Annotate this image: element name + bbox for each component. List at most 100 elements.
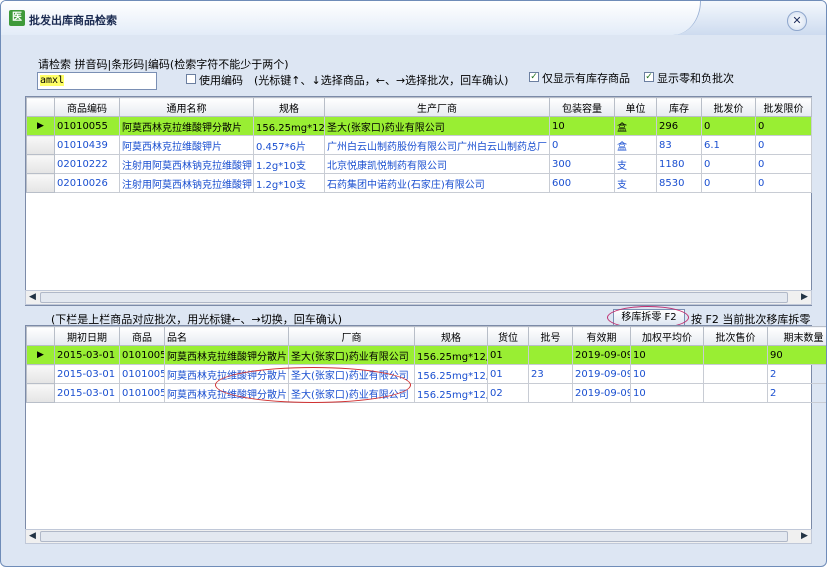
cell[interactable]: 156.25mg*12片 xyxy=(414,345,488,365)
cell[interactable]: 10 xyxy=(630,383,704,403)
cell[interactable]: 盒 xyxy=(614,116,657,136)
col-header[interactable]: 批发限价 xyxy=(755,97,812,117)
cell[interactable]: 阿莫西林克拉维酸钾分散片 xyxy=(164,383,289,403)
col-header[interactable]: 包装容量 xyxy=(549,97,615,117)
cell[interactable]: 2019-09-09 xyxy=(572,383,631,403)
cell[interactable]: 2 xyxy=(767,364,826,384)
cell[interactable]: 8530 xyxy=(656,173,702,193)
cell[interactable]: 0 xyxy=(755,173,812,193)
col-header[interactable]: 生产厂商 xyxy=(324,97,550,117)
cell[interactable]: 广州白云山制药股份有限公司广州白云山制药总厂 xyxy=(324,135,550,155)
cell[interactable]: 83 xyxy=(656,135,702,155)
cell[interactable]: 01 xyxy=(487,364,529,384)
col-header[interactable]: 有效期 xyxy=(572,326,631,346)
cell[interactable]: 支 xyxy=(614,173,657,193)
cell[interactable]: 2 xyxy=(767,383,826,403)
table-row[interactable]: ▶ 01010055阿莫西林克拉维酸钾分散片156.25mg*12片圣大(张家口… xyxy=(26,116,812,136)
cell[interactable]: 石药集团中诺药业(石家庄)有限公司 xyxy=(324,173,550,193)
cell[interactable]: 0 xyxy=(755,154,812,174)
cell[interactable]: 圣大(张家口)药业有限公司 xyxy=(288,364,415,384)
col-header[interactable]: 批次售价 xyxy=(703,326,768,346)
cell[interactable]: 阿莫西林克拉维酸钾片 xyxy=(119,135,254,155)
cell[interactable] xyxy=(528,383,573,403)
cell[interactable]: 156.25mg*12片 xyxy=(253,116,325,136)
cell[interactable]: 盒 xyxy=(614,135,657,155)
table-row[interactable]: 02010222 注射用阿莫西林钠克拉维酸钾 1.2g*10支 北京悦康凯悦制药有限公… xyxy=(26,154,812,174)
only-stock-checkbox[interactable]: ✓ xyxy=(529,72,539,82)
cell[interactable]: 注射用阿莫西林钠克拉维酸钾 xyxy=(119,173,254,193)
cell[interactable]: 北京悦康凯悦制药有限公司 xyxy=(324,154,550,174)
cell[interactable]: 2015-03-01 xyxy=(54,364,120,384)
cell[interactable]: 支 xyxy=(614,154,657,174)
split-stock-button[interactable]: 移库拆零 F2 xyxy=(613,309,685,326)
cell[interactable]: 23 xyxy=(528,364,573,384)
search-input[interactable]: amxl xyxy=(37,72,157,90)
cell[interactable]: 阿莫西林克拉维酸钾分散片 xyxy=(164,364,289,384)
cell[interactable]: 阿莫西林克拉维酸钾分散片 xyxy=(164,345,289,365)
cell[interactable]: 300 xyxy=(549,154,615,174)
scroll-right-icon[interactable]: ▶ xyxy=(798,530,811,543)
col-header[interactable]: 规格 xyxy=(414,326,488,346)
cell[interactable]: 10 xyxy=(630,364,704,384)
cell[interactable]: 01010055 xyxy=(119,364,165,384)
scroll-right-icon[interactable]: ▶ xyxy=(798,291,811,304)
bottom-horizontal-scrollbar[interactable]: ◀ ▶ xyxy=(25,529,812,544)
cell[interactable]: 0 xyxy=(701,173,756,193)
cell[interactable]: 156.25mg*12片 xyxy=(414,383,488,403)
cell[interactable]: 01010055 xyxy=(119,345,165,365)
cell[interactable]: 6.1 xyxy=(701,135,756,155)
cell[interactable]: 阿莫西林克拉维酸钾分散片 xyxy=(119,116,254,136)
scroll-thumb[interactable] xyxy=(40,531,788,542)
cell[interactable]: 2015-03-01 xyxy=(54,383,120,403)
cell[interactable]: 02010026 xyxy=(54,173,120,193)
cell[interactable]: 2019-09-09 xyxy=(572,364,631,384)
scroll-thumb[interactable] xyxy=(40,292,788,303)
cell[interactable]: 01010055 xyxy=(119,383,165,403)
cell[interactable] xyxy=(703,383,768,403)
cell[interactable]: 圣大(张家口)药业有限公司 xyxy=(324,116,550,136)
cell[interactable]: 02 xyxy=(487,383,529,403)
close-button[interactable]: ✕ xyxy=(787,11,807,31)
cell[interactable]: 0 xyxy=(755,135,812,155)
col-header[interactable]: 期末数量 xyxy=(767,326,826,346)
table-row[interactable]: 2015-03-0101010055阿莫西林克拉维酸钾分散片圣大(张家口)药业有… xyxy=(26,364,826,384)
col-header[interactable]: 货位 xyxy=(487,326,529,346)
cell[interactable]: 0 xyxy=(701,116,756,136)
cell[interactable]: 注射用阿莫西林钠克拉维酸钾 xyxy=(119,154,254,174)
cell[interactable]: 0 xyxy=(701,154,756,174)
cell[interactable]: 圣大(张家口)药业有限公司 xyxy=(288,345,415,365)
cell[interactable]: 0 xyxy=(755,116,812,136)
cell[interactable]: 0 xyxy=(549,135,615,155)
table-row[interactable]: 01010439 阿莫西林克拉维酸钾片 0.457*6片 广州白云山制药股份有限公司广… xyxy=(26,135,812,155)
cell[interactable]: 2015-03-01 xyxy=(54,345,120,365)
cell[interactable]: 0.457*6片 xyxy=(253,135,325,155)
cell[interactable]: 156.25mg*12片 xyxy=(414,364,488,384)
table-row[interactable]: 02010026 注射用阿莫西林钠克拉维酸钾 1.2g*10支 石药集团中诺药业(石家… xyxy=(26,173,812,193)
cell[interactable]: 02010222 xyxy=(54,154,120,174)
cell[interactable]: 01010055 xyxy=(54,116,120,136)
table-row[interactable]: ▶ 2015-03-0101010055阿莫西林克拉维酸钾分散片圣大(张家口)药… xyxy=(26,345,826,365)
cell[interactable]: 10 xyxy=(549,116,615,136)
cell[interactable] xyxy=(703,345,768,365)
col-header[interactable]: 单位 xyxy=(614,97,657,117)
cell[interactable]: 1.2g*10支 xyxy=(253,173,325,193)
cell[interactable] xyxy=(528,345,573,365)
col-header[interactable]: 商品 xyxy=(119,326,165,346)
cell[interactable]: 90 xyxy=(767,345,826,365)
cell[interactable]: 296 xyxy=(656,116,702,136)
scroll-left-icon[interactable]: ◀ xyxy=(26,530,39,543)
col-header[interactable]: 加权平均价 xyxy=(630,326,704,346)
cell[interactable]: 10 xyxy=(630,345,704,365)
col-header[interactable]: 批号 xyxy=(528,326,573,346)
cell[interactable]: 01010439 xyxy=(54,135,120,155)
col-header[interactable]: 批发价 xyxy=(701,97,756,117)
col-header[interactable]: 通用名称 xyxy=(119,97,254,117)
col-header[interactable]: 品名 xyxy=(164,326,289,346)
cell[interactable] xyxy=(703,364,768,384)
scroll-left-icon[interactable]: ◀ xyxy=(26,291,39,304)
cell[interactable]: 1.2g*10支 xyxy=(253,154,325,174)
cell[interactable]: 01 xyxy=(487,345,529,365)
top-horizontal-scrollbar[interactable]: ◀ ▶ xyxy=(25,290,812,305)
col-header[interactable]: 期初日期 xyxy=(54,326,120,346)
cell[interactable]: 1180 xyxy=(656,154,702,174)
